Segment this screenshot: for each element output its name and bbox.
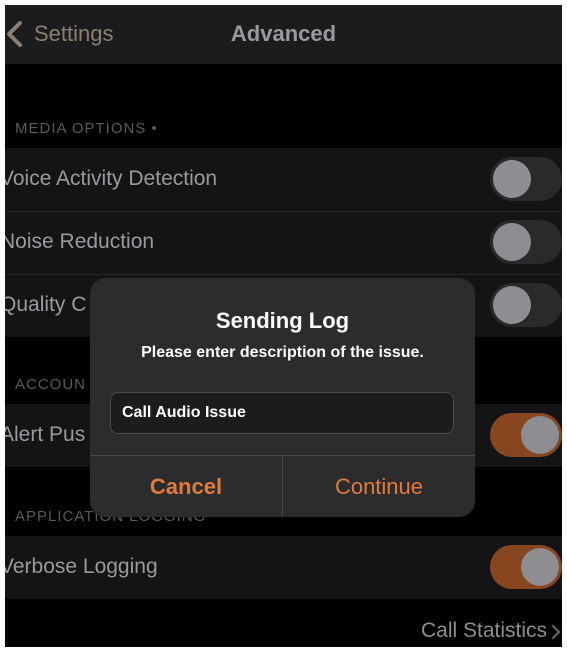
section-header-accounts: ACCOUN — [15, 376, 87, 393]
row-label: Quality C — [5, 293, 87, 316]
toggle-knob — [493, 286, 531, 324]
cancel-button[interactable]: Cancel — [90, 456, 282, 517]
page-title: Advanced — [230, 21, 337, 46]
call-statistics-link[interactable]: Call Statistics — [421, 617, 547, 645]
row-verbose-logging: Verbose Logging — [5, 536, 562, 599]
row-voice-activity-detection: Voice Activity Detection — [5, 148, 562, 211]
row-label: Verbose Logging — [5, 555, 158, 578]
quality-toggle[interactable] — [490, 283, 562, 327]
chevron-right-icon[interactable] — [550, 624, 562, 640]
noise-reduction-toggle[interactable] — [490, 220, 562, 264]
dialog-title: Sending Log — [215, 308, 350, 333]
sending-log-dialog: Sending Log Please enter description of … — [90, 278, 475, 517]
dialog-message: Please enter description of the issue. — [141, 344, 424, 361]
row-label: Voice Activity Detection — [5, 167, 218, 190]
row-noise-reduction: Noise Reduction — [5, 211, 562, 274]
verbose-logging-toggle[interactable] — [490, 545, 562, 589]
alert-push-toggle[interactable] — [490, 413, 562, 457]
continue-button[interactable]: Continue — [283, 456, 475, 517]
row-label: Noise Reduction — [5, 230, 155, 253]
row-label: Alert Pus — [5, 423, 86, 446]
voice-activity-detection-toggle[interactable] — [490, 157, 562, 201]
application-logging-group: Verbose Logging — [5, 536, 562, 599]
toggle-knob — [493, 223, 531, 261]
toggle-knob — [493, 160, 531, 198]
toggle-knob — [521, 548, 559, 586]
toggle-knob — [521, 416, 559, 454]
issue-description-input[interactable] — [110, 392, 454, 434]
section-header-media-options: MEDIA OPTIONS • — [15, 120, 158, 137]
advanced-settings-screen: Settings Advanced MEDIA OPTIONS • Voice … — [5, 5, 562, 647]
navigation-bar: Settings Advanced — [5, 5, 562, 64]
